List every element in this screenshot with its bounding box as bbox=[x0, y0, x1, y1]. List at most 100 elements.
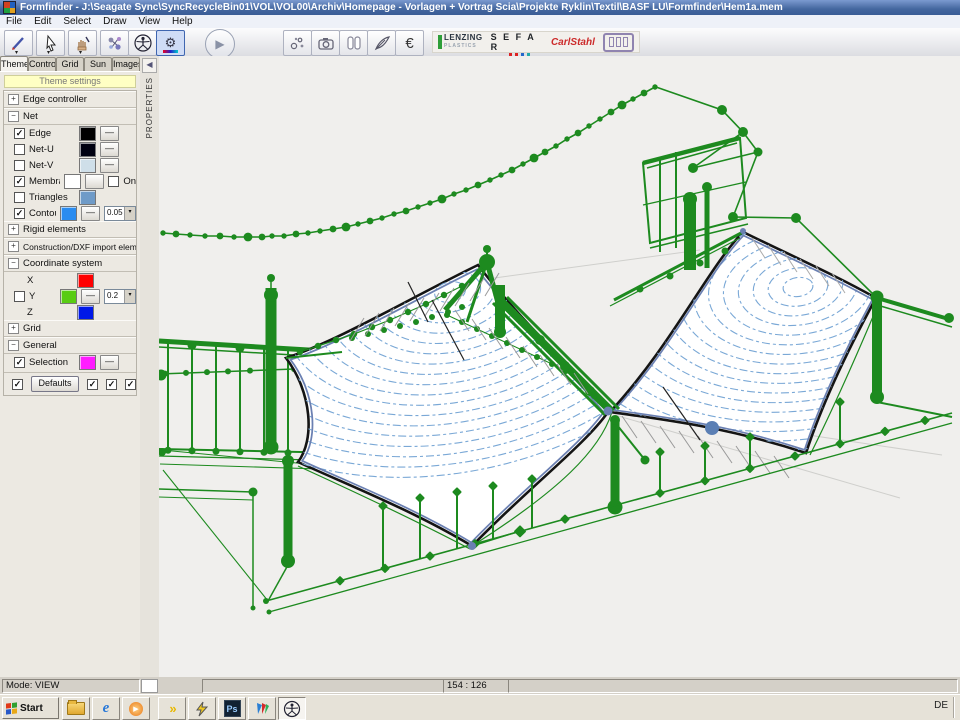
language-indicator[interactable]: DE bbox=[934, 700, 948, 711]
color-swatch[interactable] bbox=[79, 190, 96, 205]
grab-tool[interactable]: ▾ bbox=[68, 30, 97, 56]
euro-icon: € bbox=[405, 35, 413, 52]
expand-icon[interactable]: + bbox=[8, 224, 19, 235]
checkbox[interactable] bbox=[14, 160, 25, 171]
section-grid[interactable]: + Grid bbox=[4, 320, 136, 337]
checkbox-on[interactable] bbox=[108, 176, 119, 187]
menu-view[interactable]: View bbox=[133, 15, 167, 28]
tab-theme[interactable]: Theme bbox=[0, 56, 28, 71]
color-swatch[interactable] bbox=[79, 355, 96, 370]
checkbox[interactable]: ✓ bbox=[87, 379, 98, 390]
forces-tool[interactable] bbox=[100, 30, 129, 56]
status-field-2 bbox=[202, 679, 448, 693]
checkbox[interactable] bbox=[14, 144, 25, 155]
media-player-icon: ▶ bbox=[129, 702, 143, 716]
color-swatch[interactable] bbox=[77, 305, 94, 320]
style-button[interactable] bbox=[85, 174, 104, 189]
camera-tool[interactable] bbox=[311, 30, 340, 56]
checkbox[interactable]: ✓ bbox=[14, 176, 25, 187]
axis-width-dropdown[interactable]: 0.2 ▾ bbox=[104, 289, 136, 304]
collapse-icon[interactable]: − bbox=[8, 258, 19, 269]
menu-file[interactable]: File bbox=[0, 15, 28, 28]
play-button[interactable]: ▶ bbox=[205, 29, 235, 59]
defaults-button[interactable]: Defaults bbox=[31, 376, 79, 392]
color-gradient-strip bbox=[163, 50, 178, 53]
tab-controls[interactable]: Controls bbox=[28, 57, 56, 71]
status-bar: Mode: VIEW 154 : 126 bbox=[0, 677, 960, 695]
formfinder-task-button[interactable] bbox=[278, 697, 306, 720]
line-style-button[interactable]: — bbox=[100, 126, 119, 141]
photoshop-shortcut[interactable]: Ps bbox=[218, 697, 246, 720]
feather-tool[interactable] bbox=[367, 30, 396, 56]
toolbar: ▾ ▾ ▾ ⚙ ▶ bbox=[0, 28, 960, 57]
start-button[interactable]: Start bbox=[2, 697, 59, 719]
title-bar[interactable]: Formfinder - J:\Seagate Sync\SyncRecycle… bbox=[0, 0, 960, 15]
draw-pencil-tool[interactable]: ▾ bbox=[4, 30, 33, 56]
expand-icon[interactable]: + bbox=[8, 94, 19, 105]
file-manager-shortcut[interactable] bbox=[62, 697, 90, 720]
vitruvian-man-icon bbox=[283, 700, 301, 718]
media-player-shortcut[interactable]: ▶ bbox=[122, 697, 150, 720]
color-swatch[interactable] bbox=[77, 273, 94, 288]
color-swatch[interactable] bbox=[64, 174, 81, 189]
checkbox[interactable]: ✓ bbox=[106, 379, 117, 390]
play-icon: ▶ bbox=[215, 37, 224, 51]
row-selection: ✓ Selection — bbox=[4, 354, 136, 370]
feather-icon bbox=[373, 34, 391, 52]
line-style-button[interactable]: — bbox=[100, 158, 119, 173]
section-edge-controller[interactable]: + Edge controller bbox=[4, 91, 136, 108]
expand-icon[interactable]: + bbox=[8, 241, 19, 252]
checkbox[interactable]: ✓ bbox=[14, 357, 25, 368]
checkbox[interactable]: ✓ bbox=[125, 379, 136, 390]
status-coordinates: 154 : 126 bbox=[443, 679, 511, 693]
formfinder-man-tool[interactable] bbox=[128, 30, 157, 56]
viewport-canvas[interactable] bbox=[159, 56, 960, 677]
checkbox[interactable]: ✓ bbox=[14, 208, 25, 219]
tab-grid[interactable]: Grid bbox=[56, 57, 84, 71]
checkbox[interactable]: ✓ bbox=[12, 379, 23, 390]
color-swatch[interactable] bbox=[79, 126, 96, 141]
menu-select[interactable]: Select bbox=[57, 15, 97, 28]
flashget-shortcut[interactable]: » bbox=[158, 697, 186, 720]
tab-sun[interactable]: Sun bbox=[84, 57, 112, 71]
line-style-button[interactable]: — bbox=[100, 142, 119, 157]
membrane-rolls-tool[interactable] bbox=[339, 30, 368, 56]
line-style-button[interactable]: — bbox=[100, 355, 119, 370]
tray-divider bbox=[953, 697, 954, 718]
line-style-button[interactable]: — bbox=[81, 289, 100, 304]
internet-explorer-shortcut[interactable]: e bbox=[92, 697, 120, 720]
expand-icon[interactable]: + bbox=[8, 323, 19, 334]
menu-edit[interactable]: Edit bbox=[28, 15, 57, 28]
pencil-icon bbox=[10, 34, 28, 52]
section-rigid[interactable]: + Rigid elements bbox=[4, 221, 136, 238]
checkbox[interactable] bbox=[14, 192, 25, 203]
carlstahl-logo: CarlStahl bbox=[551, 37, 595, 48]
section-net[interactable]: − Net bbox=[4, 108, 136, 125]
collapse-panel-arrow[interactable]: ◀ bbox=[142, 58, 157, 73]
color-swatch[interactable] bbox=[79, 158, 96, 173]
shapes-app-shortcut[interactable] bbox=[248, 697, 276, 720]
checkbox[interactable] bbox=[14, 291, 25, 302]
euro-tool[interactable]: € bbox=[395, 30, 424, 56]
contours-width-dropdown[interactable]: 0.05 ▾ bbox=[104, 206, 136, 221]
menu-help[interactable]: Help bbox=[166, 15, 199, 28]
select-cursor-tool[interactable]: ▾ bbox=[36, 30, 65, 56]
line-style-button[interactable]: — bbox=[81, 206, 100, 221]
collapse-icon[interactable]: − bbox=[8, 111, 19, 122]
color-swatch[interactable] bbox=[60, 289, 77, 304]
collapse-icon[interactable]: − bbox=[8, 340, 19, 351]
menu-draw[interactable]: Draw bbox=[97, 15, 132, 28]
folder-icon bbox=[67, 702, 85, 715]
winamp-shortcut[interactable] bbox=[188, 697, 216, 720]
section-coordinate-system[interactable]: − Coordinate system bbox=[4, 255, 136, 272]
selected-node-dot[interactable] bbox=[705, 421, 719, 435]
tab-images[interactable]: Images bbox=[112, 57, 140, 71]
section-general[interactable]: − General bbox=[4, 337, 136, 354]
color-swatch[interactable] bbox=[79, 142, 96, 157]
color-swatch[interactable] bbox=[60, 206, 77, 221]
particles-tool[interactable] bbox=[283, 30, 312, 56]
checkbox[interactable]: ✓ bbox=[14, 128, 25, 139]
theme-settings-list: + Edge controller − Net ✓ Edge — Net-U — bbox=[3, 90, 137, 396]
section-construction[interactable]: + Construction/DXF import elements bbox=[4, 238, 136, 255]
theme-settings-tool[interactable]: ⚙ bbox=[156, 30, 185, 56]
